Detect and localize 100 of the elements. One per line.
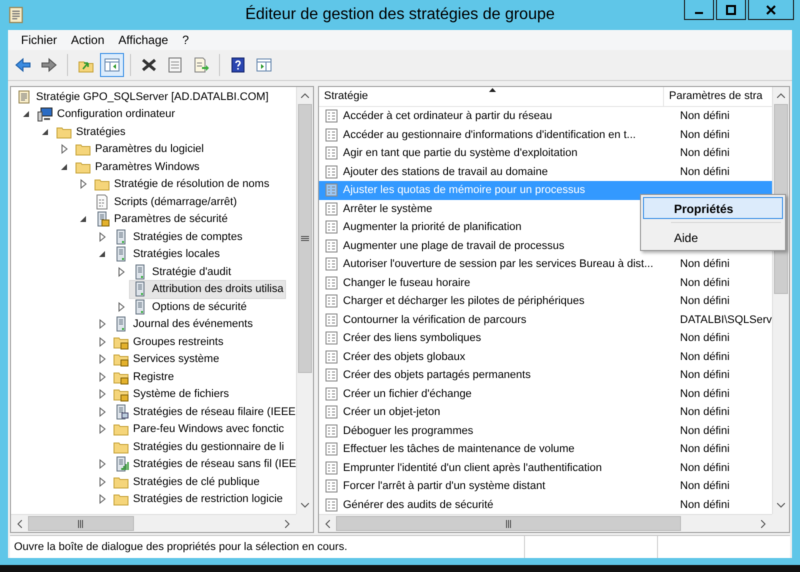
tree-item[interactable]: Paramètres du logiciel (72, 140, 207, 159)
scroll-thumb[interactable] (336, 516, 681, 531)
policy-setting: Non défini (680, 350, 730, 363)
list-row[interactable]: Accéder à cet ordinateur à partir du réseau Non défini (319, 107, 772, 126)
menu-item[interactable]: Fichier (14, 31, 64, 49)
policy-name: Créer un fichier d'échange (343, 386, 473, 401)
scroll-down-icon[interactable] (301, 503, 309, 508)
tree-item[interactable]: Stratégies de restriction logicie (110, 490, 286, 509)
tree-item[interactable]: Services système (110, 350, 222, 369)
list-row[interactable]: Créer des objets partagés permanents Non défini (319, 366, 772, 384)
list-row[interactable]: Créer des liens symboliques Non défini (319, 329, 772, 348)
policy-name: Emprunter l'identité d'un client après l'authentification (343, 460, 603, 475)
list-row[interactable]: Ajouter des stations de travail au domaine Non défini (319, 162, 772, 181)
tree-item[interactable]: Stratégies de réseau sans fil (IEE (110, 454, 296, 474)
list-row[interactable]: Créer un fichier d'échange Non défini (319, 384, 772, 403)
tree-item[interactable]: Stratégies du gestionnaire de li (110, 437, 288, 456)
policy-name: Accéder à cet ordinateur à partir du réseau (343, 109, 554, 124)
policy-name: Augmenter la priorité de planification (343, 220, 523, 234)
scroll-down-icon[interactable] (777, 503, 785, 508)
tree-item[interactable]: Options de sécurité (129, 297, 250, 316)
menu-item[interactable]: ? (175, 31, 196, 49)
scrollbar[interactable] (11, 514, 296, 532)
tree-item[interactable]: Paramètres de sécurité (91, 210, 231, 229)
tree-item[interactable]: Stratégies (53, 122, 129, 142)
policy-icon (325, 238, 339, 253)
policy-name: Forcer l'arrêt à partir d'un système distant (343, 479, 546, 494)
policy-name: Arrêter le système (343, 202, 434, 216)
policy-name: Accéder au gestionnaire d'informations d'identification en t... (343, 128, 637, 142)
policy-icon (325, 331, 339, 346)
policy-name: Créer des objets globaux (343, 350, 466, 364)
scroll-left-icon[interactable] (325, 520, 330, 528)
policy-icon (325, 498, 339, 512)
scroll-thumb[interactable] (28, 516, 134, 531)
list-row[interactable]: Effectuer les tâches de maintenance de volume Non défini (319, 440, 772, 458)
menu-item[interactable]: Propriétés (643, 197, 783, 219)
tree-item[interactable]: Stratégies locales (110, 244, 223, 264)
scrollbar[interactable] (319, 514, 772, 532)
list-row[interactable]: Charger et décharger les pilotes de périphériques Non défini (319, 292, 772, 310)
action-pane-icon (256, 57, 272, 73)
scroll-right-icon[interactable] (761, 520, 766, 528)
policy-setting: Non défini (680, 443, 730, 456)
policy-name: Augmenter une plage de travail de processus (343, 238, 566, 253)
list-row[interactable]: Autoriser l'ouverture de session par les services Bureau à dist... Non défini (319, 255, 772, 274)
policy-name: Générer des audits de sécurité (343, 498, 494, 512)
menu-item[interactable]: Aide (643, 226, 783, 248)
policy-name: Contourner la vérification de parcours (343, 312, 528, 327)
policy-icon (325, 386, 339, 401)
scrollbar[interactable] (296, 87, 313, 514)
tree-item[interactable]: Stratégies de clé publique (110, 472, 263, 492)
tree-item[interactable]: Registre (110, 367, 177, 386)
policy-name: Créer des liens symboliques (343, 331, 482, 346)
minimize-icon (695, 12, 703, 14)
scroll-thumb[interactable] (298, 104, 312, 373)
policy-icon (325, 479, 339, 494)
scroll-up-icon[interactable] (301, 93, 309, 98)
list-row[interactable]: Forcer l'arrêt à partir d'un système distant Non défini (319, 477, 772, 496)
tree-item[interactable]: Journal des événements (110, 314, 256, 334)
maximize-button[interactable] (716, 0, 746, 20)
tree-item[interactable]: Groupes restreints (110, 332, 226, 352)
list-row[interactable]: Changer le fuseau horaire Non défini (319, 274, 772, 292)
scroll-right-icon[interactable] (285, 520, 290, 528)
tree-item[interactable]: Système de fichiers (110, 384, 232, 404)
policy-name: Ajouter des stations de travail au domaine (343, 164, 549, 179)
scroll-left-icon[interactable] (17, 520, 22, 528)
back-arrow-icon (15, 57, 31, 73)
tree-item[interactable]: Stratégie de résolution de noms (91, 174, 272, 194)
grip-icon (301, 236, 309, 242)
policy-icon (325, 405, 339, 420)
tree-item[interactable]: Pare-feu Windows avec fonctic (110, 420, 288, 439)
grip-icon (78, 520, 84, 528)
tree-item[interactable]: Scripts (démarrage/arrêt) (91, 192, 240, 212)
scroll-up-icon[interactable] (777, 93, 785, 98)
list-row[interactable]: Contourner la vérification de parcours DATALBI\SQLServ (319, 310, 772, 329)
list-row[interactable]: Générer des audits de sécurité Non défini (319, 496, 772, 514)
list-row[interactable]: Accéder au gestionnaire d'informations d'identification en t... Non défini (319, 126, 772, 144)
policy-icon (325, 257, 339, 272)
close-button[interactable] (748, 0, 794, 20)
list-row[interactable]: Emprunter l'identité d'un client après l'authentification Non défini (319, 458, 772, 477)
menu-item[interactable]: Affichage (111, 31, 176, 49)
policy-setting: Non défini (680, 276, 730, 289)
policy-name: Créer un objet-jeton (343, 405, 442, 420)
list-row[interactable]: Créer des objets globaux Non défini (319, 348, 772, 366)
tree-item[interactable]: Stratégies de réseau filaire (IEEE (110, 402, 296, 422)
list-row[interactable]: Agir en tant que partie du système d'exploitation Non défini (319, 144, 772, 162)
tree-item[interactable]: Paramètres Windows (72, 157, 203, 176)
list-row[interactable]: Créer un objet-jeton Non défini (319, 403, 772, 422)
column-header[interactable]: Paramètres de stra (664, 87, 772, 106)
tree-item[interactable]: Attribution des droits utilisa (129, 280, 286, 299)
list-row[interactable]: Déboguer les programmes Non défini (319, 422, 772, 440)
tree-item[interactable]: Stratégies de comptes (110, 227, 246, 246)
menu-item[interactable]: Action (64, 31, 112, 49)
policy-setting: Non défini (680, 480, 730, 492)
tree-item[interactable]: Configuration ordinateur (34, 104, 178, 124)
forward-arrow-icon (41, 57, 57, 73)
minimize-button[interactable] (684, 0, 714, 20)
tree-item[interactable]: Stratégie GPO_SQLServer [AD.DATALBI.COM] (13, 87, 272, 106)
policy-setting: Non défini (680, 147, 730, 160)
policy-setting: Non défini (680, 498, 730, 511)
policy-name: Ajuster les quotas de mémoire pour un processus (343, 183, 586, 198)
tree-item[interactable]: Stratégie d'audit (129, 262, 234, 282)
